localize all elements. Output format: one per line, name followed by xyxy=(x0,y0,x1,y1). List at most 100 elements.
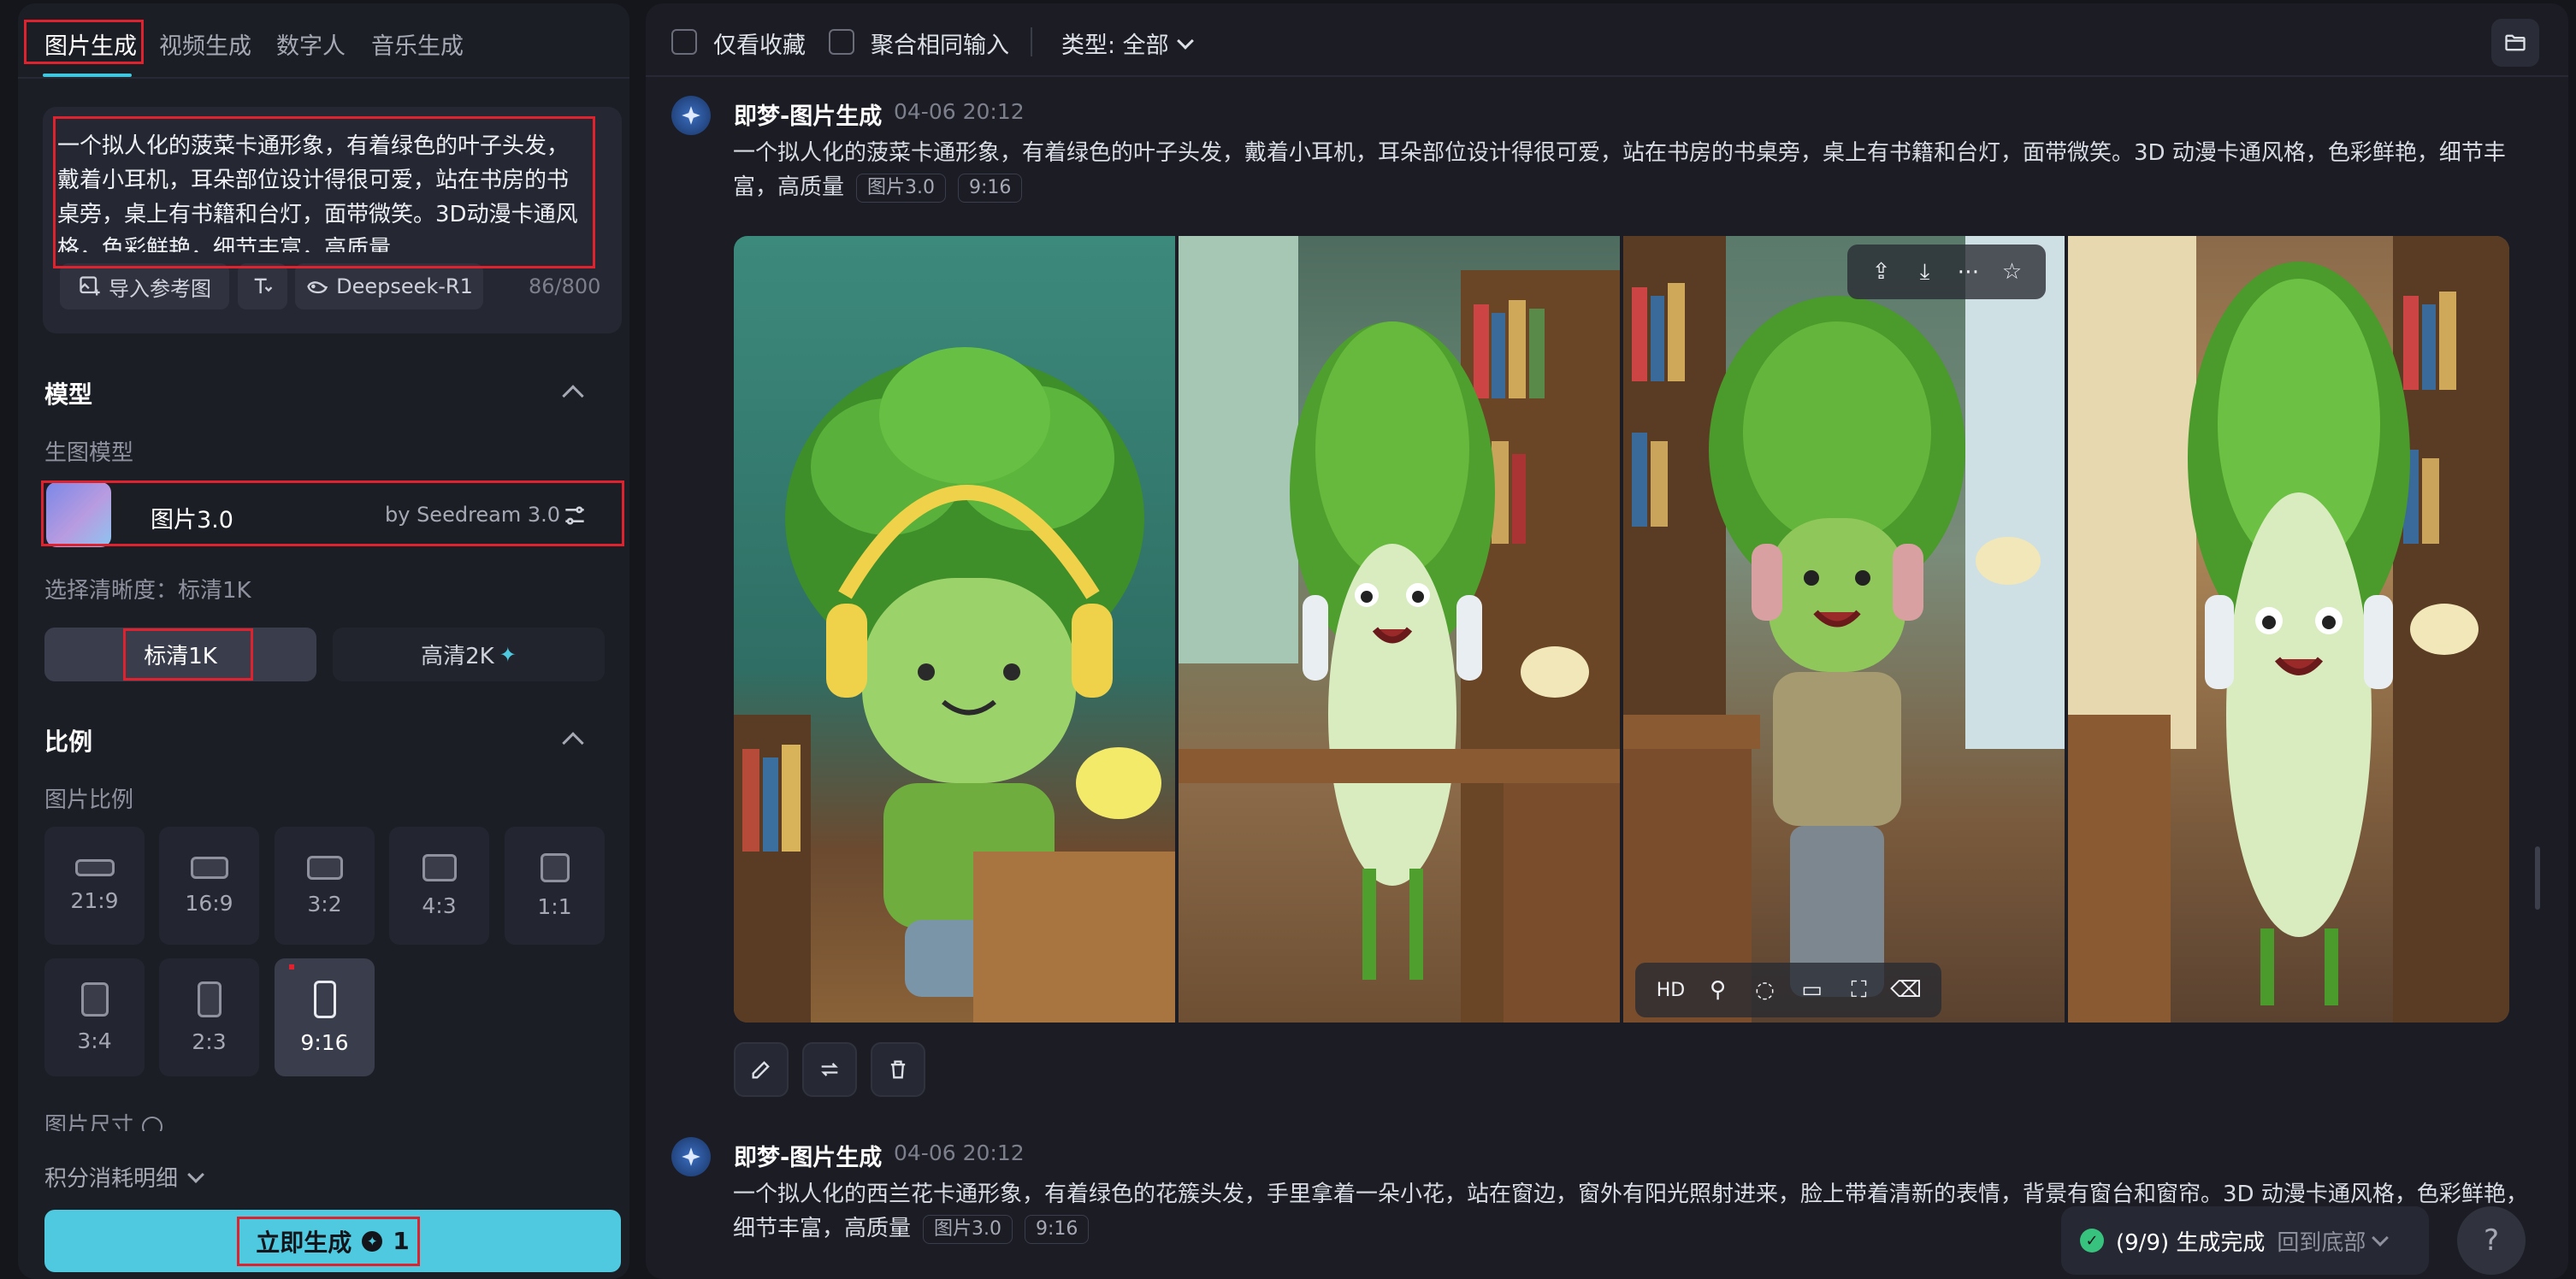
resolution-1k-label: 标清1K xyxy=(144,644,217,669)
settings-sliders-icon[interactable] xyxy=(561,502,588,529)
edit-prompt-button[interactable] xyxy=(734,1042,789,1097)
tab-digital-human[interactable]: 数字人 xyxy=(276,27,346,61)
resolution-2k-label: 高清2K xyxy=(421,644,494,669)
tab-music-gen[interactable]: 音乐生成 xyxy=(371,27,464,61)
record-title: 即梦-图片生成 xyxy=(734,1145,883,1171)
model-sub-label: 生图模型 xyxy=(44,440,134,466)
ratio-option-9-16[interactable]: 9:16 xyxy=(275,958,375,1076)
model-tag: 图片3.0 xyxy=(923,1214,1013,1244)
deepseek-button[interactable]: Deepseek-R1 xyxy=(295,263,483,309)
ratio-tag: 9:16 xyxy=(958,173,1023,203)
dreamina-avatar xyxy=(671,96,711,135)
ratio-option-1-1[interactable]: 1:1 xyxy=(505,827,605,945)
char-count: 86/800 xyxy=(529,274,601,298)
ratio-option-2-3[interactable]: 2:3 xyxy=(159,958,259,1076)
eraser-icon[interactable]: ⌫ xyxy=(1889,977,1923,1003)
ratio-shape-icon xyxy=(197,981,222,1017)
image-edit-tools: HD ⚲ ◌ ▭ ⛶ ⌫ xyxy=(1635,963,1941,1017)
back-to-bottom-button[interactable]: 回到底部 xyxy=(2277,1225,2390,1257)
ratio-label: 21:9 xyxy=(70,887,119,913)
download-icon[interactable]: ⤓ xyxy=(1908,259,1942,286)
import-reference-label: 导入参考图 xyxy=(109,276,211,301)
ratio-label: 2:3 xyxy=(192,1029,227,1054)
ratio-option-3-2[interactable]: 3:2 xyxy=(275,827,375,945)
image-top-actions: ⇪ ⤓ ⋯ ☆ xyxy=(1847,245,2046,299)
prompt-panel: 一个拟人化的菠菜卡通形象，有着绿色的叶子头发，戴着小耳机，耳朵部位设计得很可爱，… xyxy=(43,107,622,333)
check-circle-icon: ✓ xyxy=(2080,1229,2104,1252)
ratio-option-4-3[interactable]: 4:3 xyxy=(389,827,489,945)
import-reference-button[interactable]: 导入参考图 xyxy=(60,263,229,309)
hd-upscale-button[interactable]: HD xyxy=(1654,980,1688,1001)
ratio-option-21-9[interactable]: 21:9 xyxy=(44,827,145,945)
generated-image-1[interactable] xyxy=(734,236,1175,1023)
more-icon[interactable]: ⋯ xyxy=(1952,259,1986,285)
star-icon[interactable]: ☆ xyxy=(1995,259,2029,285)
collapse-model-icon[interactable] xyxy=(562,385,584,407)
ratio-option-16-9[interactable]: 16:9 xyxy=(159,827,259,945)
image-gallery: ⇪ ⤓ ⋯ ☆ HD ⚲ ◌ ▭ ⛶ ⌫ xyxy=(734,236,2509,1023)
ratio-shape-icon xyxy=(80,981,109,1017)
collapse-ratio-icon[interactable] xyxy=(562,732,584,754)
ratio-label: 3:4 xyxy=(77,1028,112,1053)
type-filter-dropdown[interactable]: 类型: 全部 xyxy=(1061,27,1194,60)
text-format-icon xyxy=(254,278,273,294)
tab-image-gen[interactable]: 图片生成 xyxy=(44,27,137,61)
inpaint-icon[interactable]: ◌ xyxy=(1748,977,1782,1003)
resolution-label: 选择清晰度：标清1K xyxy=(44,578,251,604)
folder-icon xyxy=(2505,34,2526,51)
scrollbar-thumb[interactable] xyxy=(2535,846,2540,910)
model-provider: by Seedream 3.0 xyxy=(385,503,561,527)
resolution-1k-button[interactable]: 标清1K xyxy=(44,628,316,681)
image-add-icon xyxy=(80,276,100,296)
ratio-shape-icon xyxy=(422,853,457,881)
ratio-label: 9:16 xyxy=(300,1029,349,1055)
ratio-label: 3:2 xyxy=(307,891,342,917)
merge-same-checkbox[interactable] xyxy=(829,29,854,55)
toolbar-divider xyxy=(1031,27,1032,56)
spinach-character-illustration xyxy=(2068,236,2509,1023)
generated-image-3[interactable] xyxy=(1623,236,2065,1023)
star-logo-icon xyxy=(682,106,700,125)
refresh-icon xyxy=(821,1063,838,1076)
credits-detail-toggle[interactable]: 积分消耗明细 xyxy=(44,1161,204,1193)
ratio-shape-icon xyxy=(306,855,343,880)
magic-wand-icon[interactable]: ⚲ xyxy=(1701,977,1735,1003)
info-icon[interactable] xyxy=(142,1117,163,1131)
credit-coin-icon: ✦ xyxy=(362,1230,383,1252)
generated-image-2[interactable] xyxy=(1179,236,1620,1023)
type-filter-label: 类型: 全部 xyxy=(1061,32,1169,59)
help-button[interactable]: ? xyxy=(2457,1206,2526,1275)
question-icon: ? xyxy=(2483,1223,2500,1258)
delete-button[interactable] xyxy=(871,1042,925,1097)
status-text: (9/9) 生成完成 xyxy=(2116,1229,2266,1256)
deepseek-label: Deepseek-R1 xyxy=(336,274,473,298)
fav-only-checkbox[interactable] xyxy=(671,29,697,55)
ratio-option-3-4[interactable]: 3:4 xyxy=(44,958,145,1076)
chevron-down-icon xyxy=(1176,32,1194,50)
sparkle-icon: ✦ xyxy=(499,642,517,667)
text-style-button[interactable] xyxy=(238,263,287,309)
extend-icon[interactable]: ▭ xyxy=(1795,977,1829,1003)
generate-button[interactable]: 立即生成 ✦ 1 xyxy=(44,1210,621,1272)
model-tag: 图片3.0 xyxy=(856,173,947,203)
regenerate-button[interactable] xyxy=(802,1042,857,1097)
prompt-textarea[interactable]: 一个拟人化的菠菜卡通形象，有着绿色的叶子头发，戴着小耳机，耳朵部位设计得很可爱，… xyxy=(57,129,585,252)
share-icon[interactable]: ⇪ xyxy=(1864,259,1899,285)
fav-only-label: 仅看收藏 xyxy=(713,32,806,59)
resolution-2k-button[interactable]: 高清2K ✦ xyxy=(333,628,605,681)
generated-image-4[interactable] xyxy=(2068,236,2509,1023)
tab-video-gen[interactable]: 视频生成 xyxy=(159,27,251,61)
ratio-shape-icon xyxy=(313,980,336,1018)
credits-detail-label: 积分消耗明细 xyxy=(44,1166,179,1192)
ratio-label: 16:9 xyxy=(185,890,233,916)
sidebar: 图片生成 视频生成 数字人 音乐生成 一个拟人化的菠菜卡通形象，有着绿色的叶子头… xyxy=(18,3,629,1279)
chevron-down-icon xyxy=(2372,1229,2390,1247)
merge-same-label: 聚合相同输入 xyxy=(871,32,1009,59)
generate-cost: 1 xyxy=(393,1227,410,1255)
folder-button[interactable] xyxy=(2491,19,2539,67)
spinach-character-illustration xyxy=(1179,236,1620,1023)
chevron-down-icon xyxy=(187,1165,204,1183)
active-tab-indicator xyxy=(43,74,132,77)
crop-expand-icon[interactable]: ⛶ xyxy=(1842,977,1876,1004)
model-selector[interactable]: 图片3.0 by Seedream 3.0 xyxy=(43,480,622,550)
